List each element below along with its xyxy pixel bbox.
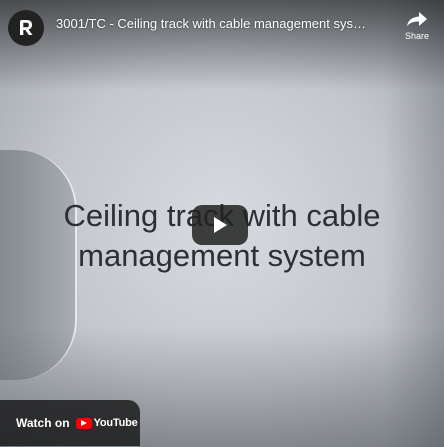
share-label: Share [404,31,430,41]
channel-logo-icon [20,20,33,35]
watch-on-youtube-button[interactable]: Watch on YouTube [0,400,140,446]
play-icon [214,217,227,233]
youtube-wordmark: YouTube [93,417,138,429]
share-arrow-icon [407,12,427,26]
youtube-logo: YouTube [75,417,138,429]
youtube-logo-icon [75,417,92,429]
share-button[interactable]: Share [400,8,434,52]
channel-avatar[interactable] [8,10,44,46]
player-top-bar: 3001/TC - Ceiling track with cable manag… [0,0,444,60]
watch-on-label: Watch on [16,416,70,430]
video-player[interactable]: 3001/TC - Ceiling track with cable manag… [0,0,444,447]
video-title[interactable]: 3001/TC - Ceiling track with cable manag… [56,15,368,33]
play-button[interactable] [192,205,248,245]
